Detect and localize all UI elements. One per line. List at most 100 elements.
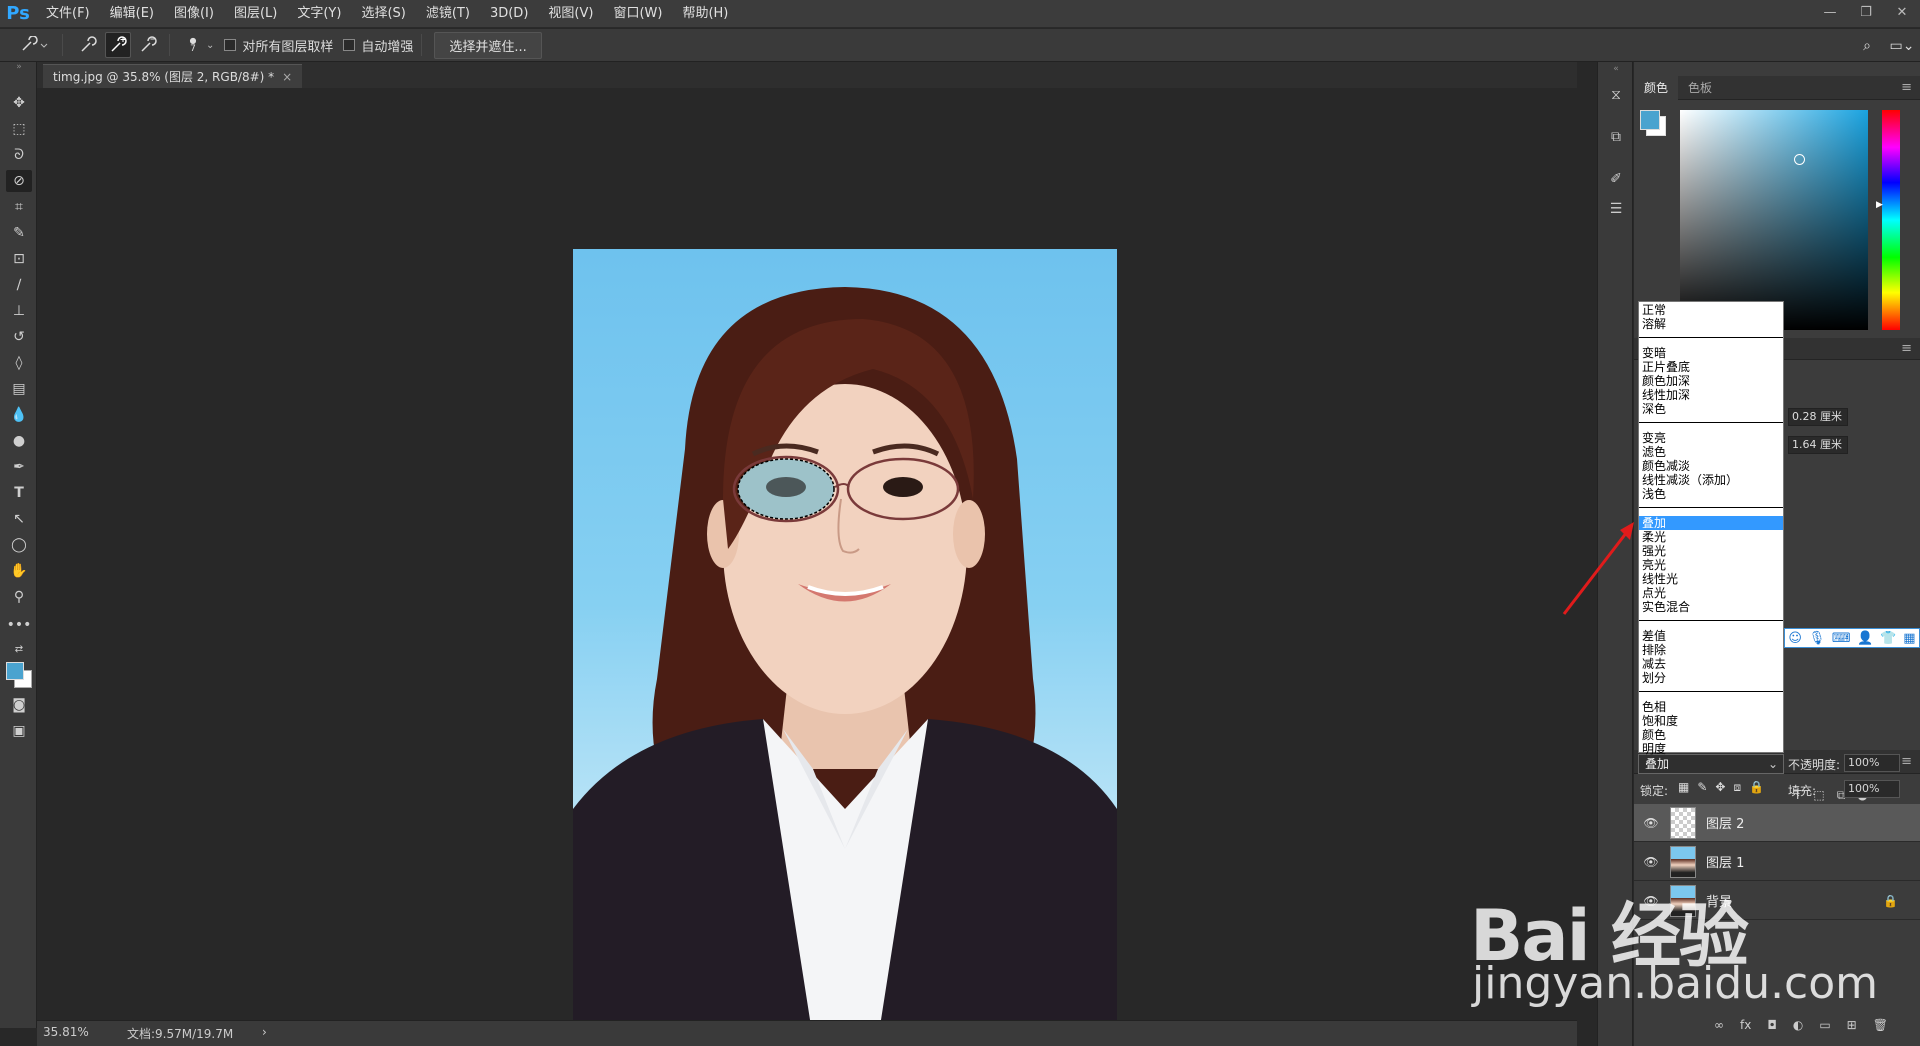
layer-row-2[interactable]: 👁 图层 2: [1634, 804, 1920, 842]
new-group-icon[interactable]: ▭: [1819, 1018, 1830, 1032]
status-menu-arrow-icon[interactable]: ›: [262, 1025, 267, 1039]
quick-mask-icon[interactable]: ◙: [6, 694, 32, 716]
auto-enhance-checkbox[interactable]: 自动增强: [343, 36, 413, 55]
close-tab-icon[interactable]: ×: [282, 70, 292, 84]
hand-tool-icon[interactable]: ✋: [6, 560, 32, 582]
menu-select[interactable]: 选择(S): [351, 0, 415, 28]
pen-tool-icon[interactable]: ✒: [6, 456, 32, 478]
panel-menu-icon[interactable]: ≡: [1901, 754, 1912, 769]
blend-option[interactable]: 排除: [1639, 643, 1783, 657]
blend-option[interactable]: 变亮: [1639, 431, 1783, 445]
user-icon[interactable]: 👤: [1857, 631, 1873, 646]
path-selection-tool-icon[interactable]: ↖: [6, 508, 32, 530]
property-value-1[interactable]: 0.28 厘米: [1788, 408, 1848, 426]
blend-option[interactable]: 颜色加深: [1639, 374, 1783, 388]
eraser-tool-icon[interactable]: ◊: [6, 352, 32, 374]
blend-option[interactable]: 色相: [1639, 700, 1783, 714]
link-layers-icon[interactable]: ∞: [1714, 1018, 1724, 1032]
document-canvas[interactable]: [573, 249, 1117, 1039]
subtract-from-selection-button[interactable]: [135, 32, 161, 58]
tab-swatches[interactable]: 色板: [1678, 76, 1722, 100]
minimize-button[interactable]: —: [1812, 0, 1848, 24]
blend-option[interactable]: 颜色减淡: [1639, 459, 1783, 473]
history-panel-icon[interactable]: ⧖: [1603, 82, 1629, 108]
lock-artboard-icon[interactable]: ⧈: [1733, 780, 1741, 795]
blend-option[interactable]: 深色: [1639, 402, 1783, 416]
layer-row-background[interactable]: 👁 背景 🔒: [1634, 882, 1920, 920]
smiley-icon[interactable]: ☺: [1788, 631, 1802, 646]
ellipse-tool-icon[interactable]: ◯: [6, 534, 32, 556]
visibility-eye-icon[interactable]: 👁: [1640, 855, 1662, 869]
blend-option[interactable]: 线性减淡（添加）: [1639, 473, 1783, 487]
color-picker-cursor[interactable]: [1794, 154, 1805, 165]
checkbox-box[interactable]: [343, 39, 356, 51]
healing-brush-tool-icon[interactable]: ⊡: [6, 248, 32, 270]
blend-option[interactable]: 实色混合: [1639, 600, 1783, 614]
lock-all-icon[interactable]: 🔒: [1749, 780, 1764, 795]
swap-colors-icon[interactable]: ⇄: [6, 638, 32, 660]
blend-option[interactable]: 划分: [1639, 671, 1783, 685]
collapse-icon[interactable]: «: [1603, 64, 1629, 74]
fill-field[interactable]: 100%: [1844, 780, 1900, 798]
dodge-tool-icon[interactable]: ●: [6, 430, 32, 452]
menu-image[interactable]: 图像(I): [164, 0, 224, 28]
brush-size-picker[interactable]: ● 7: [182, 32, 204, 58]
close-button[interactable]: ✕: [1884, 0, 1920, 24]
blend-option[interactable]: 滤色: [1639, 445, 1783, 459]
menu-3d[interactable]: 3D(D): [480, 0, 538, 28]
restore-button[interactable]: ❐: [1848, 0, 1884, 24]
clone-source-icon[interactable]: ⧉: [1603, 124, 1629, 150]
select-and-mask-button[interactable]: 选择并遮住...: [434, 31, 542, 59]
brush-tool-icon[interactable]: ∕: [6, 274, 32, 296]
zoom-level[interactable]: 35.81%: [43, 1025, 89, 1039]
blur-tool-icon[interactable]: 💧: [6, 404, 32, 426]
quick-selection-tool-icon[interactable]: ⊘: [6, 170, 32, 192]
lasso-tool-icon[interactable]: ᘐ: [6, 144, 32, 166]
property-value-2[interactable]: 1.64 厘米: [1788, 436, 1848, 454]
blend-option[interactable]: 点光: [1639, 586, 1783, 600]
adjustment-layer-icon[interactable]: ◐: [1793, 1018, 1803, 1032]
blend-option[interactable]: 明度: [1639, 742, 1783, 756]
lock-image-icon[interactable]: ✎: [1697, 780, 1707, 795]
panel-foreground-swatch[interactable]: [1640, 110, 1660, 130]
search-icon[interactable]: ⌕: [1854, 33, 1880, 59]
panel-menu-icon[interactable]: ≡: [1901, 80, 1912, 95]
visibility-eye-icon[interactable]: 👁: [1640, 816, 1662, 830]
document-tab[interactable]: timg.jpg @ 35.8% (图层 2, RGB/8#) * ×: [43, 64, 303, 88]
blend-option[interactable]: 亮光: [1639, 558, 1783, 572]
history-brush-tool-icon[interactable]: ↺: [6, 326, 32, 348]
color-field[interactable]: [1680, 110, 1868, 330]
delete-layer-icon[interactable]: 🗑: [1873, 1018, 1888, 1032]
blend-option[interactable]: 变暗: [1639, 346, 1783, 360]
opacity-field[interactable]: 100%: [1844, 754, 1900, 772]
menu-type[interactable]: 文字(Y): [287, 0, 351, 28]
lock-transparent-icon[interactable]: ▦: [1678, 780, 1689, 795]
blend-option[interactable]: 浅色: [1639, 487, 1783, 501]
grid-icon[interactable]: ▦: [1903, 631, 1915, 646]
blend-option[interactable]: 正片叠底: [1639, 360, 1783, 374]
screen-mode-icon[interactable]: ▣: [6, 720, 32, 742]
hue-slider[interactable]: [1882, 110, 1900, 330]
blend-option[interactable]: 溶解: [1639, 317, 1783, 331]
blend-option[interactable]: 颜色: [1639, 728, 1783, 742]
panel-menu-icon[interactable]: ≡: [1901, 341, 1912, 356]
add-to-selection-button[interactable]: [105, 32, 131, 58]
visibility-eye-icon[interactable]: 👁: [1640, 894, 1662, 908]
blend-option[interactable]: 线性加深: [1639, 388, 1783, 402]
tool-preset-picker[interactable]: [14, 32, 54, 58]
marquee-tool-icon[interactable]: ⬚: [6, 118, 32, 140]
sample-all-layers-checkbox[interactable]: 对所有图层取样: [224, 36, 333, 55]
collapse-icon[interactable]: »: [6, 62, 32, 72]
keyboard-icon[interactable]: ⌨: [1832, 631, 1851, 646]
hue-slider-handle-icon[interactable]: ▶: [1876, 200, 1883, 210]
tab-color[interactable]: 颜色: [1634, 75, 1679, 100]
menu-edit[interactable]: 编辑(E): [100, 0, 164, 28]
properties-panel-icon[interactable]: ☰: [1603, 196, 1629, 222]
blend-option[interactable]: 减去: [1639, 657, 1783, 671]
brush-settings-icon[interactable]: ✐: [1603, 166, 1629, 192]
microphone-icon[interactable]: 🎙: [1809, 631, 1826, 646]
shirt-icon[interactable]: 👕: [1880, 631, 1896, 646]
blend-option[interactable]: 差值: [1639, 629, 1783, 643]
crop-tool-icon[interactable]: ⌗: [6, 196, 32, 218]
zoom-tool-icon[interactable]: ⚲: [6, 586, 32, 608]
